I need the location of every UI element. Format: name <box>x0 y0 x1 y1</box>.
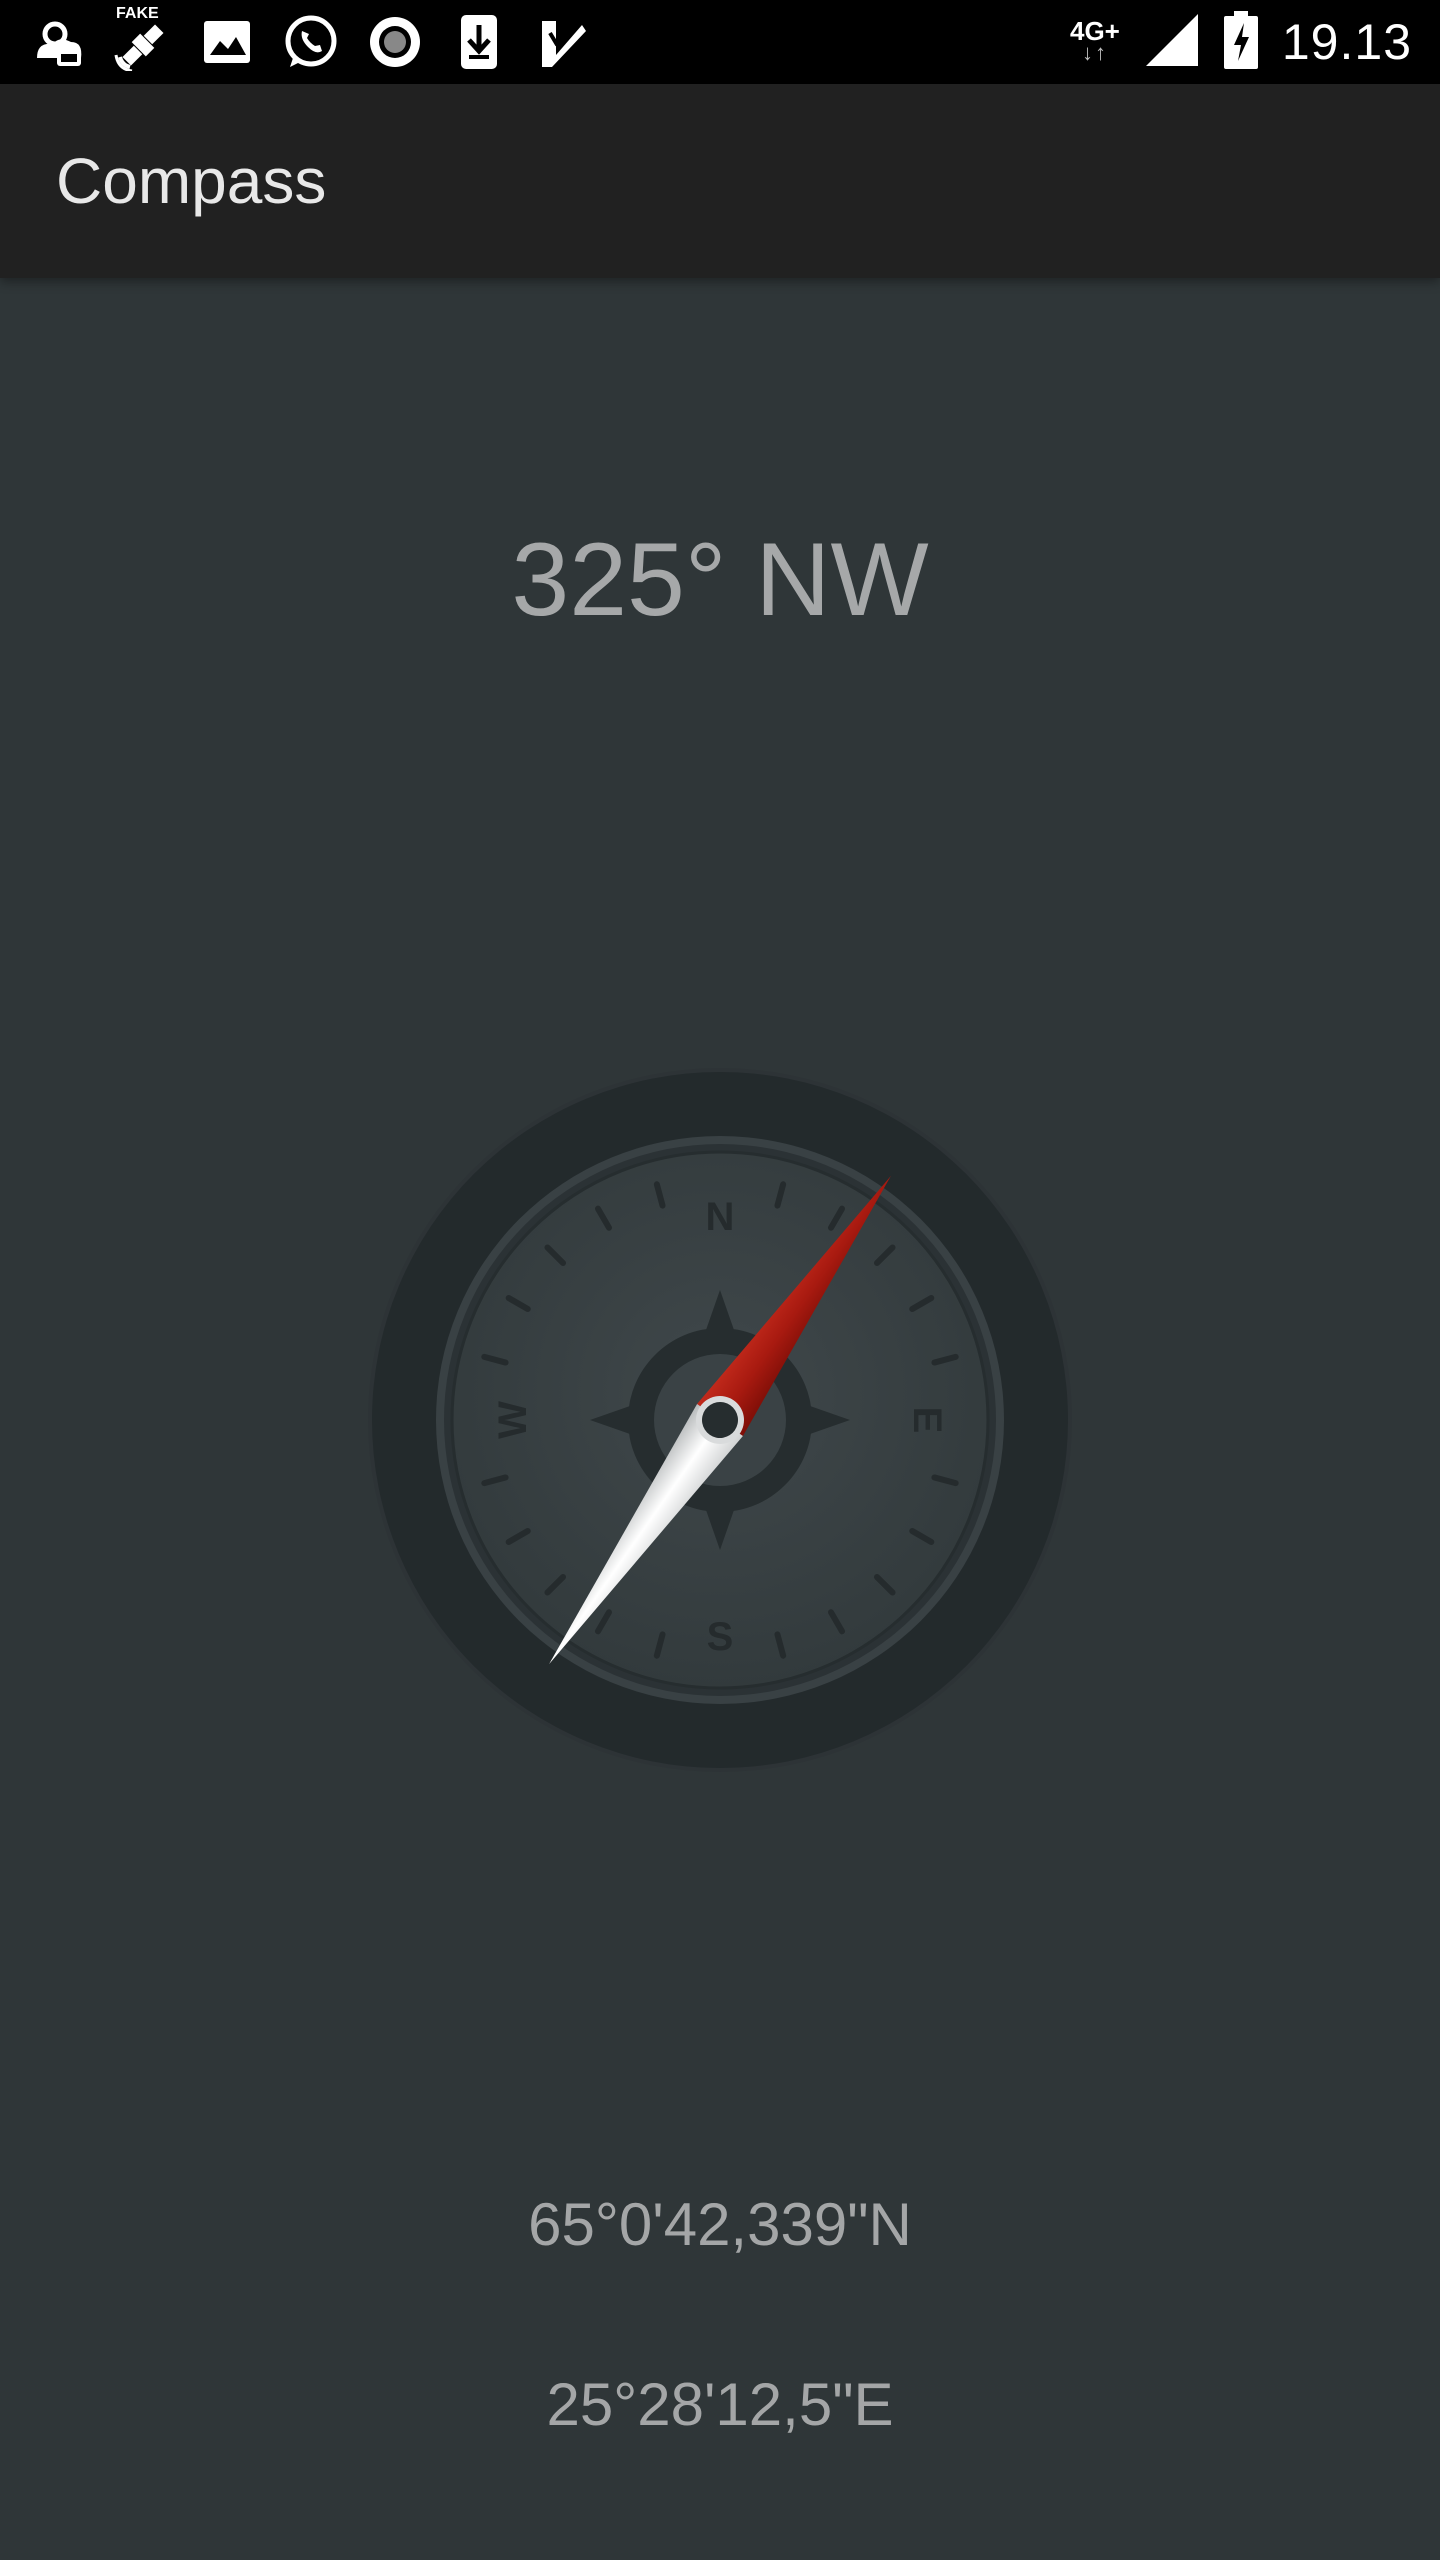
data-activity-icon: ↓↑ <box>1081 40 1108 65</box>
cardinal-north: N <box>706 1195 735 1239</box>
battery-charging-icon <box>1223 10 1258 74</box>
notification-icons: FAKE <box>30 5 592 74</box>
latitude-text: 65°0'42,339"N <box>528 2191 912 2258</box>
image-icon <box>198 13 256 71</box>
weather-cloud-icon <box>30 13 88 71</box>
clock: 19.13 <box>1281 14 1412 70</box>
network-indicator: 4G+ ↓↑ <box>1070 16 1120 65</box>
status-bar: FAKE 4G+ ↓↑ 19.13 <box>0 0 1440 84</box>
cardinal-west: W <box>491 1401 535 1439</box>
fake-label: FAKE <box>116 5 159 22</box>
network-type: 4G+ <box>1070 16 1120 46</box>
system-status: 4G+ ↓↑ 19.13 <box>1070 10 1412 74</box>
longitude-text: 25°28'12,5"E <box>546 2371 894 2438</box>
download-icon <box>450 13 508 71</box>
whatsapp-icon <box>282 13 340 71</box>
cell-signal-icon <box>1144 12 1200 73</box>
checkmark-app-icon <box>534 13 592 71</box>
compass-dial: N S E W <box>360 1060 1080 1780</box>
cardinal-east: E <box>905 1407 949 1434</box>
record-icon <box>366 13 424 71</box>
cardinal-south: S <box>707 1615 734 1659</box>
fake-gps-satellite-icon: FAKE <box>114 5 172 71</box>
heading-readout: 325° NW <box>511 522 929 638</box>
app-title: Compass <box>56 145 327 217</box>
app-bar: Compass <box>0 84 1440 278</box>
